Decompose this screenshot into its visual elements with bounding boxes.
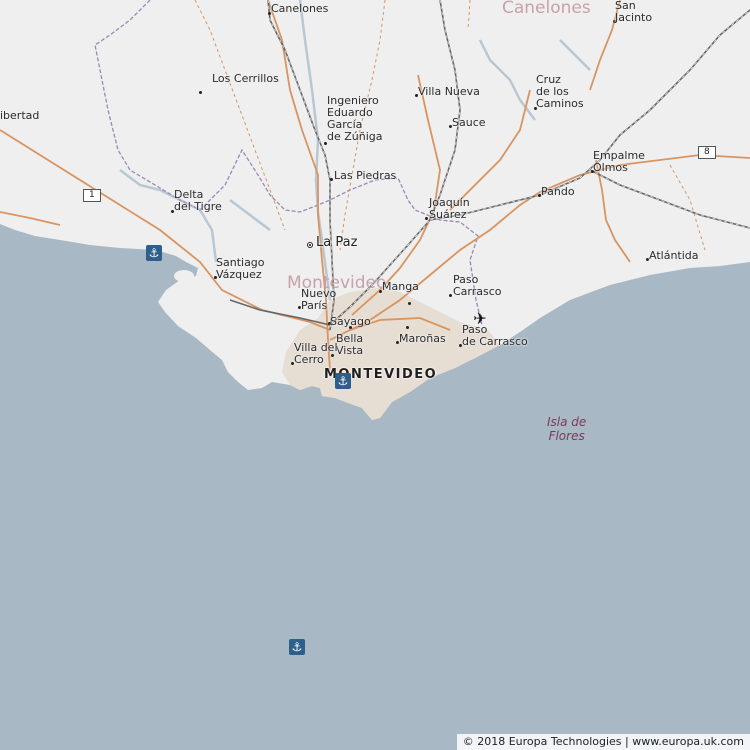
place-dot bbox=[408, 302, 411, 305]
place-label-empalme-olmos[interactable]: Empalme Olmos bbox=[593, 150, 645, 174]
place-label-joaquin-suarez[interactable]: Joaquín Suárez bbox=[429, 197, 470, 221]
place-label-villa-nueva[interactable]: Villa Nueva bbox=[418, 86, 480, 98]
place-label-delta-del-tigre[interactable]: Delta del Tigre bbox=[174, 189, 222, 213]
place-dot bbox=[330, 178, 333, 181]
place-dot bbox=[449, 294, 452, 297]
place-dot bbox=[425, 217, 428, 220]
airplane-icon[interactable]: ✈ bbox=[472, 311, 488, 327]
place-label-san-jacinto[interactable]: San Jacinto bbox=[615, 0, 652, 24]
place-label-cruz-de-los-caminos[interactable]: Cruz de los Caminos bbox=[536, 74, 584, 110]
place-dot bbox=[406, 326, 409, 329]
department-label-canelones: Canelones bbox=[502, 0, 591, 18]
place-label-paso-carrasco[interactable]: Paso Carrasco bbox=[453, 274, 502, 298]
place-label-atlantida[interactable]: Atlántida bbox=[649, 250, 699, 262]
place-label-pando[interactable]: Pando bbox=[541, 186, 575, 198]
anchor-icon[interactable]: ⚓ bbox=[146, 245, 162, 261]
place-label-ingeniero-garcia[interactable]: Ingeniero Eduardo García de Zúñiga bbox=[327, 95, 383, 143]
map[interactable]: Canelones Montevideo 1 8 Canelones San J… bbox=[0, 0, 750, 750]
anchor-icon[interactable]: ⚓ bbox=[289, 639, 305, 655]
la-paz-marker bbox=[307, 242, 313, 248]
place-label-santiago-vazquez[interactable]: Santiago Vázquez bbox=[216, 257, 265, 281]
place-label-los-cerrillos[interactable]: Los Cerrillos bbox=[212, 73, 279, 85]
place-label-sayago[interactable]: Sayago bbox=[330, 316, 371, 328]
place-label-canelones[interactable]: Canelones bbox=[271, 3, 328, 15]
copyright-notice[interactable]: © 2018 Europa Technologies | www.europa.… bbox=[456, 734, 750, 750]
anchor-icon[interactable]: ⚓ bbox=[335, 373, 351, 389]
island-label-isla-de-flores[interactable]: Isla de Flores bbox=[547, 415, 586, 443]
islet bbox=[174, 270, 194, 282]
place-dot bbox=[199, 91, 202, 94]
place-label-maronas[interactable]: Maroñas bbox=[399, 333, 446, 345]
place-label-la-paz[interactable]: La Paz bbox=[316, 235, 357, 250]
place-label-paso-de-carrasco[interactable]: Paso de Carrasco bbox=[462, 324, 528, 348]
place-label-bella-vista[interactable]: Bella Vista bbox=[336, 333, 363, 357]
place-label-manga[interactable]: Manga bbox=[382, 281, 419, 293]
place-label-villa-del-cerro[interactable]: Villa del Cerro bbox=[294, 342, 338, 366]
place-label-nuevo-paris[interactable]: Nuevo París bbox=[301, 288, 336, 312]
place-label-libertad[interactable]: ibertad bbox=[0, 110, 39, 122]
route-8-shield: 8 bbox=[698, 146, 716, 159]
place-label-las-piedras[interactable]: Las Piedras bbox=[334, 170, 396, 182]
place-label-sauce[interactable]: Sauce bbox=[452, 117, 486, 129]
route-1-shield: 1 bbox=[83, 189, 101, 202]
